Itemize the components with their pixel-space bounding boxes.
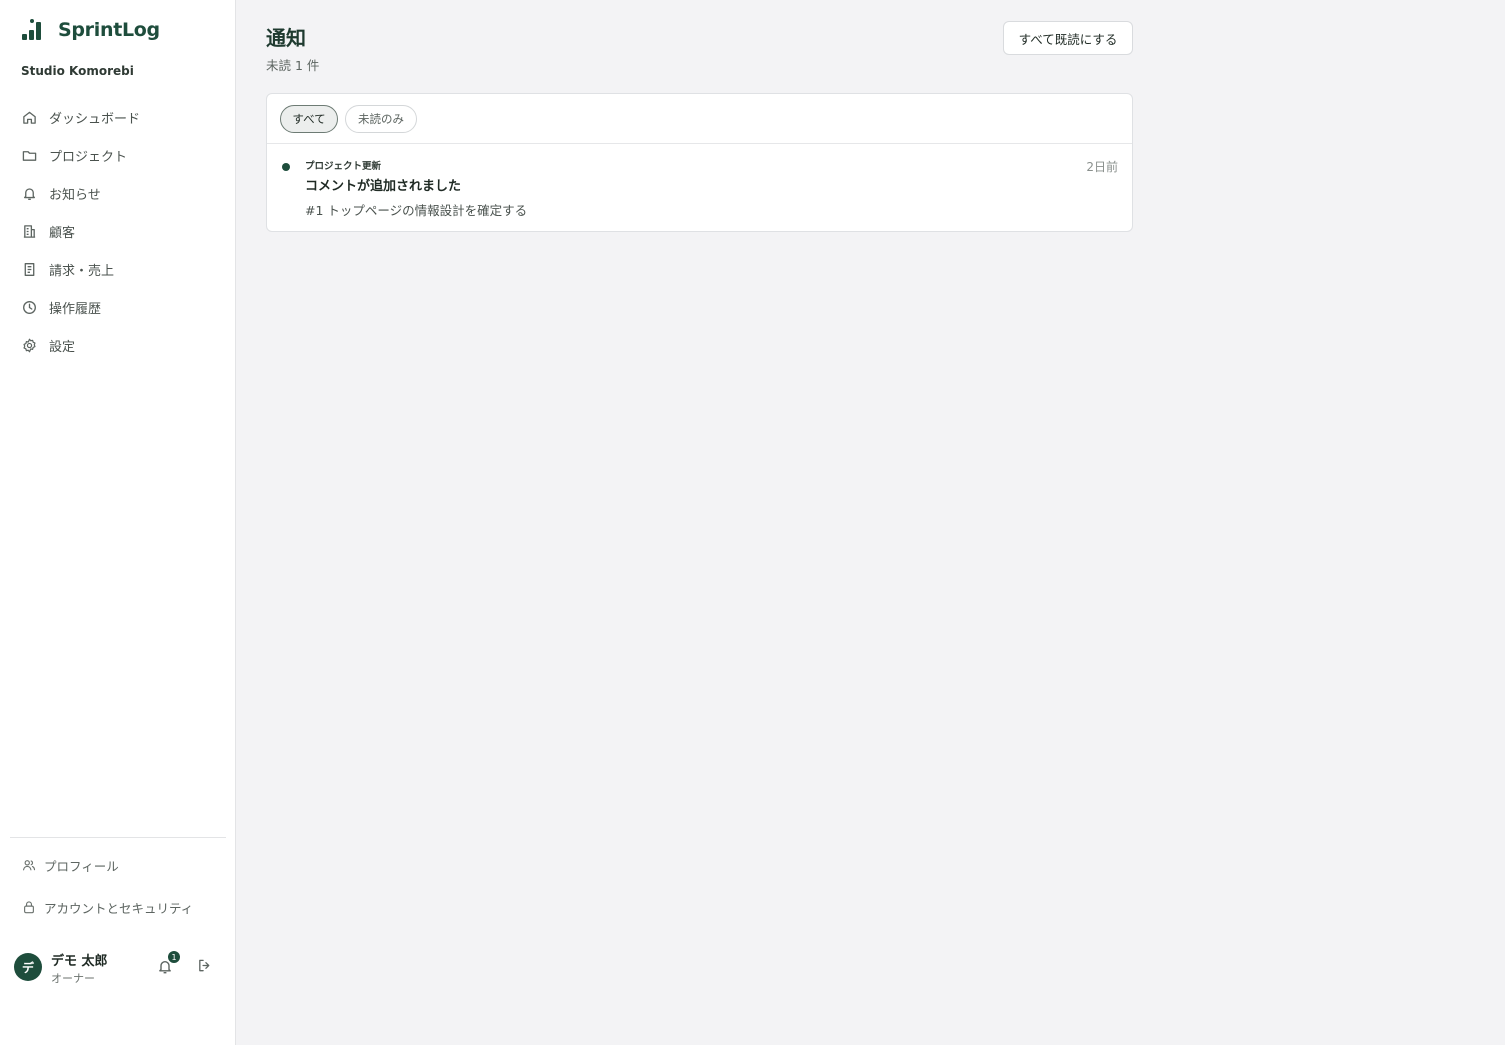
- user-role: オーナー: [51, 972, 95, 985]
- users-icon: [21, 857, 37, 873]
- sidebar-item-dashboard[interactable]: ダッシュボード: [0, 98, 236, 136]
- sidebar-item-label: ダッシュボード: [49, 111, 141, 127]
- home-icon: [21, 109, 37, 125]
- main-nav: ダッシュボード プロジェクト お知らせ 顧客 請求・売上 操作履歴 設定: [0, 98, 236, 364]
- bell-icon: [157, 960, 173, 979]
- main-content: 通知 未読 1 件 すべて既読にする すべて 未読のみ プロジェクト更新 コメン…: [236, 0, 1505, 1045]
- folder-icon: [21, 147, 37, 163]
- unread-summary: 未読 1 件: [266, 58, 320, 73]
- notification-time: 2日前: [1086, 160, 1118, 174]
- sidebar-item-label: 操作履歴: [49, 301, 102, 317]
- bell-icon: [21, 185, 37, 201]
- sidebar-item-label: 請求・売上: [49, 263, 115, 279]
- receipt-icon: [21, 261, 37, 277]
- sidebar-item-settings[interactable]: 設定: [0, 326, 236, 364]
- sidebar-item-label: アカウントとセキュリティ: [44, 900, 194, 916]
- unread-dot-icon: [282, 163, 290, 171]
- sidebar: SprintLog Studio Komorebi ダッシュボード プロジェクト…: [0, 0, 236, 1045]
- notification-item[interactable]: プロジェクト更新 コメントが追加されました #1 トップページの情報設計を確定す…: [267, 144, 1132, 231]
- user-panel: デ デモ 太郎 オーナー 1: [14, 950, 224, 986]
- notification-body: #1 トップページの情報設計を確定する: [305, 203, 528, 218]
- filter-all-chip[interactable]: すべて: [280, 105, 338, 133]
- notification-list: すべて 未読のみ プロジェクト更新 コメントが追加されました #1 トップページ…: [266, 93, 1133, 232]
- logout-button[interactable]: [197, 958, 215, 976]
- sidebar-item-label: 顧客: [49, 225, 76, 241]
- gear-icon: [21, 337, 37, 353]
- sidebar-item-label: プロジェクト: [49, 149, 128, 165]
- sidebar-item-billing[interactable]: 請求・売上: [0, 250, 236, 288]
- sidebar-item-label: 設定: [49, 339, 76, 355]
- filter-bar: すべて 未読のみ: [267, 94, 1132, 144]
- sidebar-item-label: お知らせ: [49, 187, 101, 203]
- sidebar-item-account-security[interactable]: アカウントとセキュリティ: [0, 886, 236, 928]
- sidebar-item-customers[interactable]: 顧客: [0, 212, 236, 250]
- notification-count-badge: 1: [168, 951, 180, 963]
- avatar[interactable]: デ: [14, 953, 42, 981]
- filter-unread-chip[interactable]: 未読のみ: [345, 105, 417, 133]
- page-title: 通知: [266, 26, 306, 50]
- secondary-nav: プロフィール アカウントとセキュリティ: [0, 844, 236, 928]
- building-icon: [21, 223, 37, 239]
- lock-icon: [21, 899, 37, 915]
- logout-icon: [197, 958, 212, 977]
- mark-all-read-button[interactable]: すべて既読にする: [1003, 21, 1133, 55]
- clock-icon: [21, 299, 37, 315]
- app-name: SprintLog: [58, 19, 160, 41]
- sidebar-item-profile[interactable]: プロフィール: [0, 844, 236, 886]
- notification-title: コメントが追加されました: [305, 179, 462, 194]
- brand[interactable]: SprintLog: [22, 18, 160, 42]
- sidebar-item-label: プロフィール: [44, 858, 119, 874]
- sidebar-divider: [10, 837, 226, 838]
- notifications-button[interactable]: 1: [157, 951, 180, 979]
- organization-name: Studio Komorebi: [21, 64, 134, 78]
- sidebar-item-projects[interactable]: プロジェクト: [0, 136, 236, 174]
- sidebar-item-announcements[interactable]: お知らせ: [0, 174, 236, 212]
- bar-chart-logo-icon: [22, 18, 44, 42]
- sidebar-item-history[interactable]: 操作履歴: [0, 288, 236, 326]
- notification-category: プロジェクト更新: [305, 161, 382, 172]
- user-name: デモ 太郎: [51, 954, 108, 969]
